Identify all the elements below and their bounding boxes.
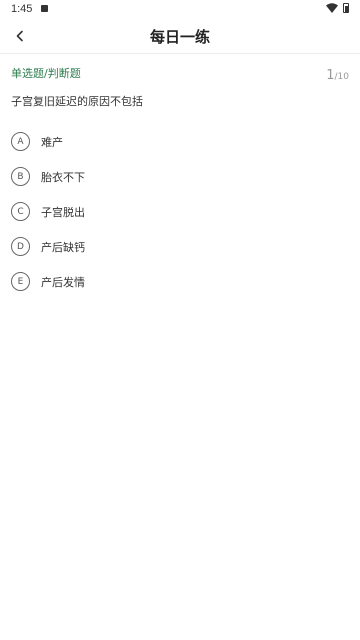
option-a[interactable]: A 难产 — [11, 124, 349, 159]
option-letter-badge: B — [11, 167, 30, 186]
option-text: 产后缺钙 — [41, 240, 85, 254]
wifi-icon — [326, 3, 338, 13]
option-text: 胎衣不下 — [41, 170, 85, 184]
option-b[interactable]: B 胎衣不下 — [11, 159, 349, 194]
status-time: 1:45 — [11, 3, 33, 15]
option-letter-badge: C — [11, 202, 30, 221]
question-type-label: 单选题/判断题 — [11, 67, 81, 80]
option-letter-badge: E — [11, 272, 30, 291]
question-text: 子宫复旧延迟的原因不包括 — [11, 95, 143, 108]
header: 每日一练 — [0, 18, 360, 54]
status-bar: 1:45 — [0, 0, 360, 18]
option-e[interactable]: E 产后发情 — [11, 264, 349, 299]
option-letter-badge: A — [11, 132, 30, 151]
progress-current: 1 — [326, 68, 335, 83]
option-text: 难产 — [41, 135, 63, 149]
option-d[interactable]: D 产后缺钙 — [11, 229, 349, 264]
page-title: 每日一练 — [149, 28, 210, 46]
options-list: A 难产 B 胎衣不下 C 子宫脱出 D 产后缺钙 E 产后发情 — [11, 124, 349, 299]
battery-icon — [343, 3, 349, 13]
progress-total: /10 — [334, 72, 349, 82]
notification-icon — [41, 5, 48, 12]
option-letter-badge: D — [11, 237, 30, 256]
question-progress: 1/10 — [326, 64, 349, 83]
option-c[interactable]: C 子宫脱出 — [11, 194, 349, 229]
option-text: 产后发情 — [41, 275, 85, 289]
option-text: 子宫脱出 — [41, 205, 85, 219]
